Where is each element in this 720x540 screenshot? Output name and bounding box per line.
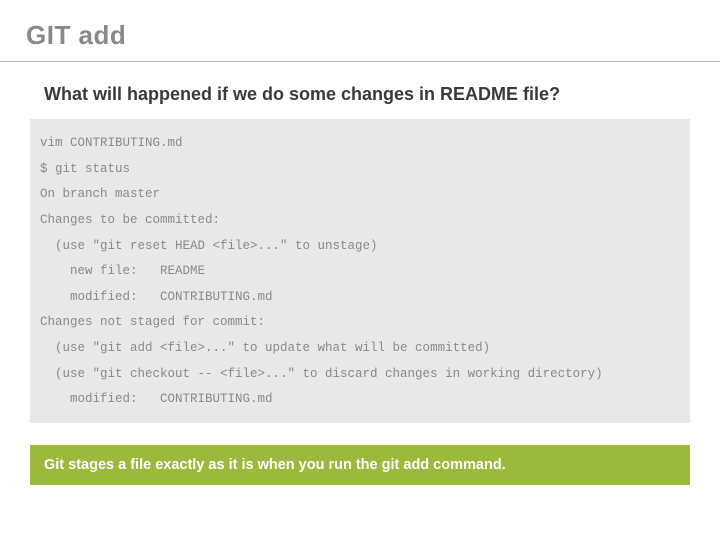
- code-block: vim CONTRIBUTING.md $ git status On bran…: [30, 119, 690, 423]
- slide-subtitle: What will happened if we do some changes…: [44, 84, 694, 105]
- slide: GIT add What will happened if we do some…: [0, 0, 720, 485]
- slide-title: GIT add: [26, 20, 694, 51]
- callout-box: Git stages a file exactly as it is when …: [30, 445, 690, 485]
- title-divider: [0, 61, 720, 62]
